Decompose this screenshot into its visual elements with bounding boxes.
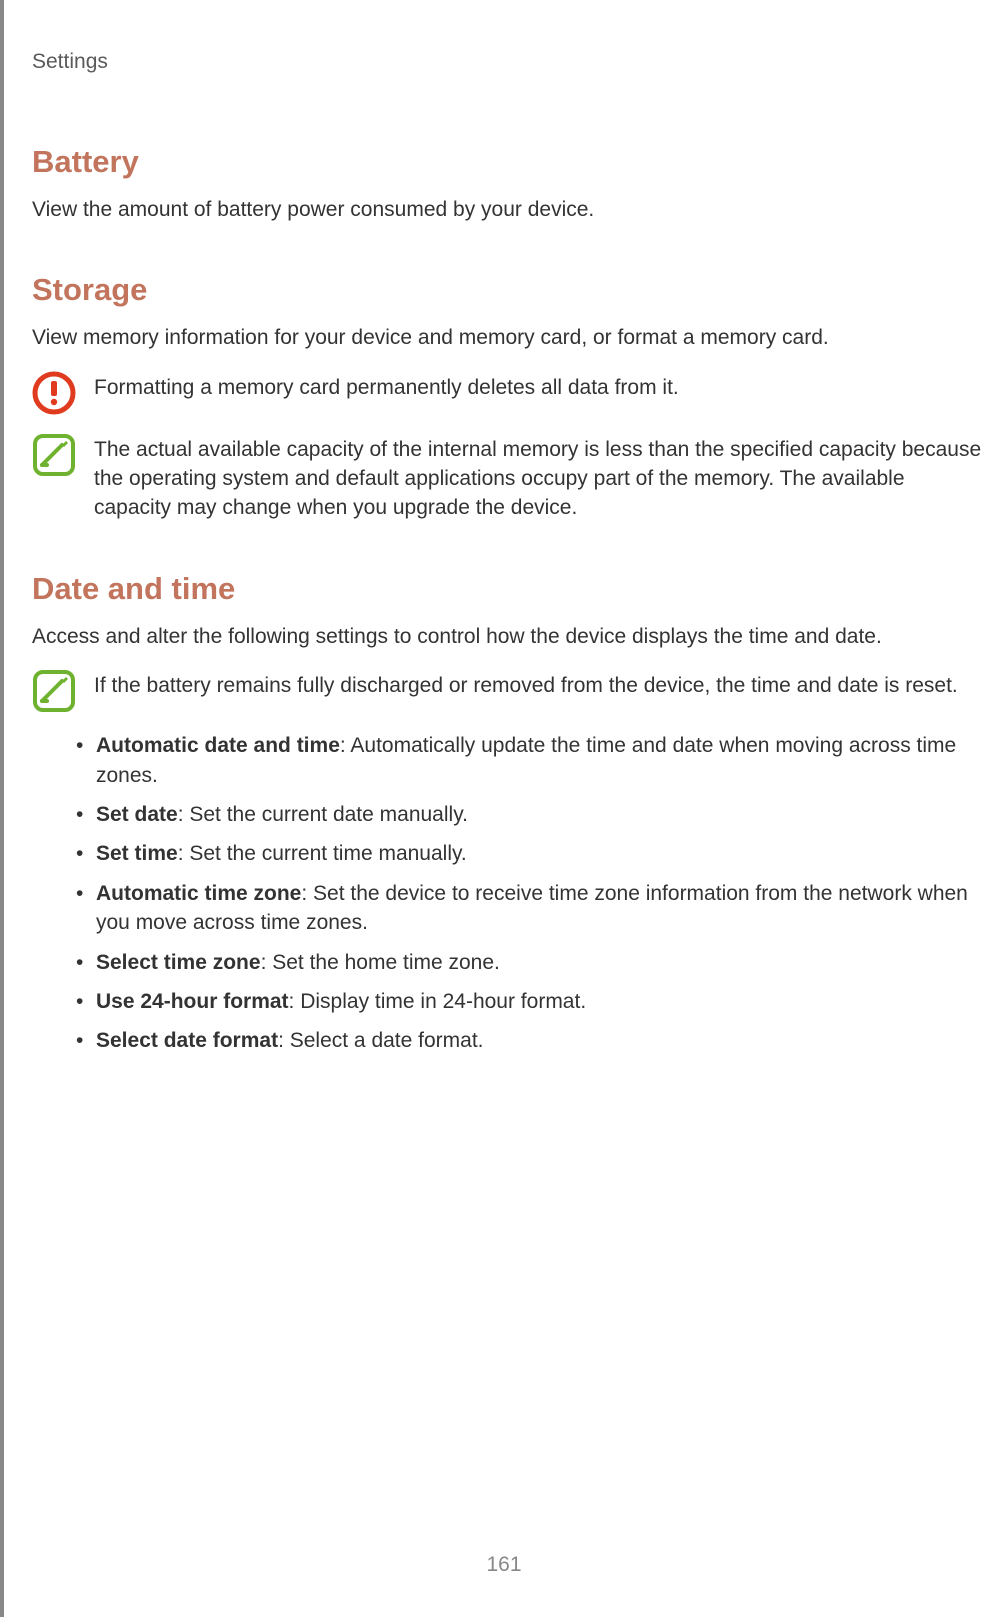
page-number: 161 <box>4 1553 1004 1577</box>
callout-warning-text: Formatting a memory card permanently del… <box>94 371 984 402</box>
list-desc: : Set the current date manually. <box>178 803 468 826</box>
list-desc: : Select a date format. <box>278 1029 483 1052</box>
list-item: Select time zone: Set the home time zone… <box>76 948 984 977</box>
list-term: Select time zone <box>96 951 261 974</box>
page-header: Settings <box>32 50 984 74</box>
list-item: Use 24-hour format: Display time in 24-h… <box>76 987 984 1016</box>
note-icon <box>32 669 76 713</box>
callout-note-datetime: If the battery remains fully discharged … <box>32 669 984 713</box>
list-item: Set time: Set the current time manually. <box>76 839 984 868</box>
warning-icon <box>32 371 76 415</box>
list-term: Set date <box>96 803 178 826</box>
callout-note-datetime-text: If the battery remains fully discharged … <box>94 669 984 700</box>
section-heading-datetime: Date and time <box>32 571 984 607</box>
list-item: Automatic date and time: Automatically u… <box>76 731 984 790</box>
list-item: Select date format: Select a date format… <box>76 1026 984 1055</box>
battery-intro: View the amount of battery power consume… <box>32 196 984 224</box>
callout-warning: Formatting a memory card permanently del… <box>32 371 984 415</box>
list-item: Automatic time zone: Set the device to r… <box>76 879 984 938</box>
list-term: Select date format <box>96 1029 278 1052</box>
section-heading-battery: Battery <box>32 144 984 180</box>
list-desc: : Set the home time zone. <box>261 951 500 974</box>
datetime-bullet-list: Automatic date and time: Automatically u… <box>32 731 984 1056</box>
list-term: Use 24-hour format <box>96 990 289 1013</box>
callout-note-storage: The actual available capacity of the int… <box>32 433 984 523</box>
list-desc: : Display time in 24-hour format. <box>289 990 587 1013</box>
list-item: Set date: Set the current date manually. <box>76 800 984 829</box>
storage-intro: View memory information for your device … <box>32 324 984 352</box>
list-term: Automatic date and time <box>96 734 340 757</box>
list-term: Set time <box>96 842 178 865</box>
list-desc: : Set the current time manually. <box>178 842 467 865</box>
note-icon <box>32 433 76 477</box>
section-heading-storage: Storage <box>32 272 984 308</box>
datetime-intro: Access and alter the following settings … <box>32 623 984 651</box>
list-term: Automatic time zone <box>96 882 301 905</box>
callout-note-storage-text: The actual available capacity of the int… <box>94 433 984 523</box>
